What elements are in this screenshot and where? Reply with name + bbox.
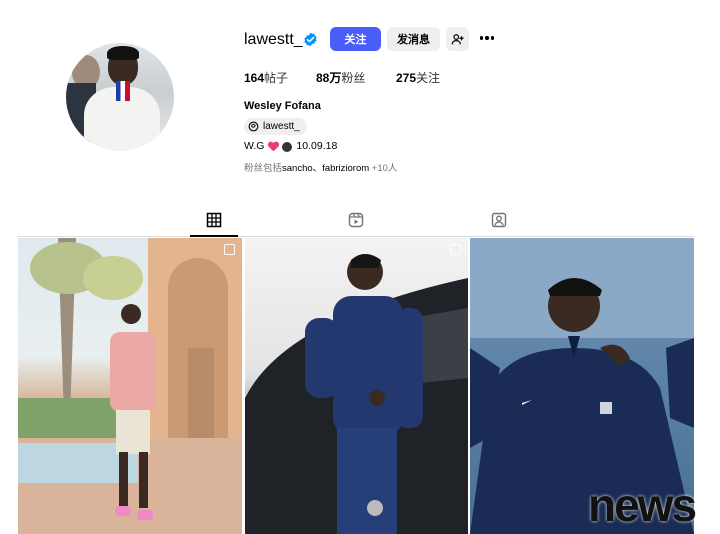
posts-label: 帖子 [264,71,289,85]
verified-badge-icon [304,32,317,47]
threads-badge[interactable]: lawestt_ [244,118,307,135]
news-watermark: news [588,479,697,531]
following-stat[interactable]: 275关注 [396,71,440,85]
tab-posts-grid-icon[interactable] [206,212,222,228]
threads-handle: lawestt_ [263,121,300,132]
post-2-image [245,254,468,534]
tab-tagged-icon[interactable] [491,212,507,228]
following-count: 275 [396,71,417,85]
posts-count: 164 [244,71,265,85]
followed-by-names: sancho、fabriziorom [282,163,370,174]
bio-prefix: W.G [244,140,265,152]
message-button[interactable]: 发消息 [387,27,440,51]
username: lawestt_ [244,31,303,48]
posts-count-stat[interactable]: 164帖子 [244,71,288,85]
suggest-accounts-button[interactable] [446,27,469,51]
carousel-icon [224,244,235,255]
post-thumbnail-1[interactable] [18,238,242,534]
bio-date: 10.09.18 [296,140,338,152]
followed-by[interactable]: 粉丝包括sancho、fabriziorom +10人 [244,163,397,175]
threads-icon [248,121,259,132]
tab-reels-icon[interactable] [348,212,364,228]
carousel-icon [450,244,461,255]
bomb-emoji-icon [282,141,293,152]
followed-by-prefix: 粉丝包括 [244,163,283,174]
pink-heart-icon [268,142,278,151]
followers-stat[interactable]: 88万粉丝 [316,71,365,85]
add-person-icon [451,33,464,44]
active-tab-indicator [190,235,238,237]
tabs-divider [18,236,694,237]
avatar-hair [107,46,139,60]
avatar-medal-ribbon [116,81,130,101]
followers-count: 88万 [316,71,342,85]
post-1-image [18,238,242,534]
following-label: 关注 [416,71,441,85]
bio-text: W.G 10.09.18 [244,140,337,153]
full-name: Wesley Fofana [244,100,321,112]
post-thumbnail-2[interactable] [245,238,468,534]
followed-by-more: +10人 [371,163,398,174]
followers-label: 粉丝 [341,71,366,85]
follow-button[interactable]: 关注 [330,27,381,51]
profile-avatar[interactable] [66,43,174,151]
options-more-icon[interactable] [478,29,496,47]
